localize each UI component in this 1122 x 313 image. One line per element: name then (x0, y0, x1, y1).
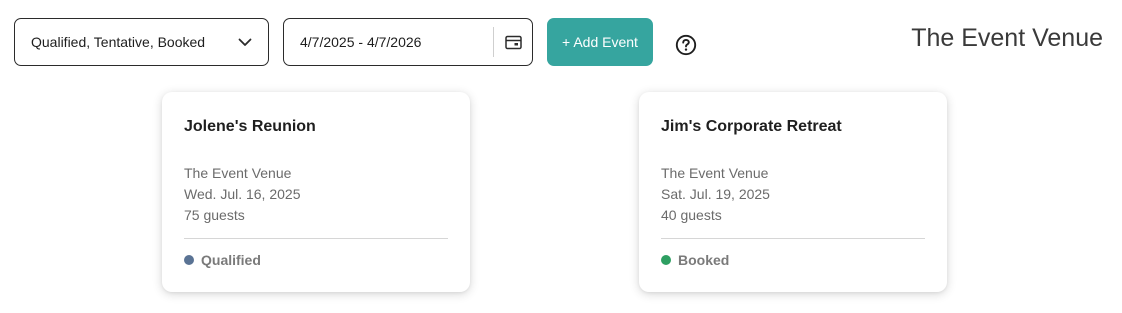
toolbar: Qualified, Tentative, Booked 4/7/2025 - … (0, 0, 1122, 84)
status-filter-select[interactable]: Qualified, Tentative, Booked (14, 18, 269, 66)
status-label: Qualified (201, 252, 261, 268)
event-name: Jim's Corporate Retreat (661, 118, 842, 135)
event-name: Jolene's Reunion (184, 118, 316, 135)
event-details: The Event Venue Sat. Jul. 19, 2025 40 gu… (661, 163, 770, 226)
event-venue: The Event Venue (661, 165, 769, 181)
event-card[interactable]: Jim's Corporate Retreat The Event Venue … (639, 92, 947, 292)
calendar-icon[interactable] (494, 19, 532, 65)
date-range-field[interactable]: 4/7/2025 - 4/7/2026 (283, 18, 533, 66)
status-label: Booked (678, 252, 730, 268)
chevron-down-icon (238, 35, 252, 49)
event-date: Sat. Jul. 19, 2025 (661, 186, 770, 202)
add-event-button[interactable]: + Add Event (547, 18, 653, 66)
venue-title: The Event Venue (911, 24, 1103, 52)
status-dot-icon (184, 255, 194, 265)
status-filter-value: Qualified, Tentative, Booked (31, 34, 206, 50)
question-circle-icon[interactable] (675, 34, 697, 56)
status-badge: Qualified (184, 252, 261, 268)
event-card[interactable]: Jolene's Reunion The Event Venue Wed. Ju… (162, 92, 470, 292)
event-guests: 75 guests (184, 207, 245, 223)
card-divider (184, 238, 448, 239)
event-date: Wed. Jul. 16, 2025 (184, 186, 301, 202)
card-divider (661, 238, 925, 239)
event-venue: The Event Venue (184, 165, 292, 181)
status-badge: Booked (661, 252, 729, 268)
status-dot-icon (661, 255, 671, 265)
date-range-value: 4/7/2025 - 4/7/2026 (300, 34, 422, 50)
event-guests: 40 guests (661, 207, 722, 223)
event-details: The Event Venue Wed. Jul. 16, 2025 75 gu… (184, 163, 300, 226)
